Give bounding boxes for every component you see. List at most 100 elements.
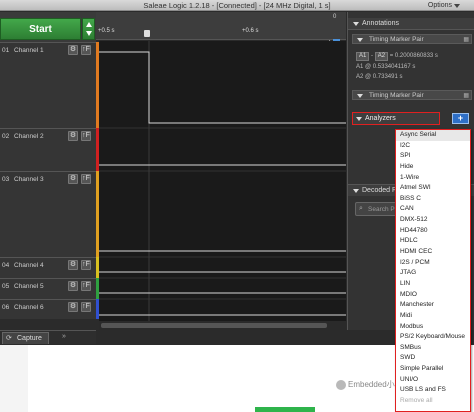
gear-icon[interactable]: ⚙ [68, 131, 78, 141]
channel-name[interactable]: Channel 6 [14, 304, 44, 311]
channel-name[interactable]: Channel 5 [14, 283, 44, 290]
gear-icon[interactable]: ⚙ [68, 45, 78, 55]
channel-name[interactable]: Channel 4 [14, 262, 44, 269]
timing-marker-pair-label: Timing Marker Pair [369, 36, 424, 43]
channel-1-signal [99, 51, 346, 124]
add-analyzer-button[interactable]: + [452, 113, 469, 124]
analyzer-menu-item[interactable]: USB LS and FS [396, 385, 470, 396]
window-title: Saleae Logic 1.2.18 - [Connected] - [24 … [143, 1, 331, 10]
analyzer-menu-item[interactable]: SMBus [396, 343, 470, 354]
annotations-header[interactable]: Annotations [348, 18, 474, 30]
analyzer-menu-item[interactable]: Atmel SWI [396, 183, 470, 194]
collapse-triangle-icon[interactable] [356, 117, 362, 121]
channel-number: 04 [2, 262, 10, 269]
channel-number: 02 [2, 133, 10, 140]
start-button[interactable]: Start [0, 18, 81, 40]
analyzer-menu-item[interactable]: I2C [396, 141, 470, 152]
marker-tools-icon[interactable]: ▦ [463, 36, 469, 43]
analyzer-menu-item[interactable]: Hide [396, 162, 470, 173]
arrow-up-icon[interactable] [86, 22, 92, 27]
scrollbar-thumb[interactable] [101, 323, 327, 328]
arrow-down-icon[interactable] [86, 31, 92, 36]
collapse-triangle-icon[interactable] [353, 22, 359, 26]
analyzer-menu-item[interactable]: JTAG [396, 268, 470, 279]
trigger-icon[interactable]: ↑F [81, 131, 91, 141]
marker-a1-chip[interactable]: A1 [356, 52, 370, 61]
trigger-icon[interactable]: ↑F [81, 260, 91, 270]
zoom-level: 0 [333, 14, 337, 20]
analyzer-menu-item[interactable]: Modbus [396, 322, 470, 333]
analyzer-menu-item[interactable]: MDIO [396, 290, 470, 301]
analyzer-menu-item[interactable]: Async Serial [396, 130, 470, 141]
a1-time: A1 @ 0.5334041167 s [356, 64, 416, 70]
analyzer-menu-item[interactable]: PS/2 Keyboard/Mouse [396, 332, 470, 343]
analyzer-menu-item[interactable]: Remove all [396, 396, 470, 407]
gear-icon[interactable]: ⚙ [68, 302, 78, 312]
timing-marker-pair-header[interactable]: Timing Marker Pair ▦ [352, 34, 472, 44]
timing-diff-value: = 0.2000860833 s [389, 53, 438, 59]
time-ruler[interactable]: 0 +0.5 s +0.6 s [96, 12, 346, 46]
collapse-triangle-icon[interactable] [357, 94, 363, 98]
trigger-icon[interactable]: ↑F [81, 281, 91, 291]
channel-row: 02 Channel 2 ⚙ ↑F [0, 128, 96, 171]
marker-tools-icon[interactable]: ▦ [463, 92, 469, 99]
channel-panel: Start 01 Channel 1 ⚙ ↑F 02 Channel 2 ⚙ ↑… [0, 12, 96, 319]
analyzers-title: Analyzers [365, 115, 396, 122]
analyzer-menu-item[interactable]: 1-Wire [396, 173, 470, 184]
wechat-logo-icon [336, 379, 346, 390]
channel-name[interactable]: Channel 1 [14, 47, 44, 54]
waveform-canvas [99, 41, 346, 321]
analyzer-menu-item[interactable]: CAN [396, 204, 470, 215]
collapse-triangle-icon[interactable] [357, 38, 363, 42]
analyzer-menu-item[interactable]: UNI/O [396, 375, 470, 386]
title-bar: Saleae Logic 1.2.18 - [Connected] - [24 … [0, 0, 474, 11]
gear-icon[interactable]: ⚙ [68, 260, 78, 270]
channel-number: 03 [2, 176, 10, 183]
channel-row: 01 Channel 1 ⚙ ↑F [0, 42, 96, 128]
channel-number: 06 [2, 304, 10, 311]
options-menu[interactable]: Options [428, 0, 452, 11]
trigger-icon[interactable]: ↑F [81, 302, 91, 312]
bottom-left-margin [0, 345, 28, 412]
decoded-protocols-title: Decoded Pr [362, 187, 399, 194]
analyzer-menu-item[interactable]: HD44780 [396, 226, 470, 237]
channel-row: 05 Channel 5 ⚙ ↑F [0, 278, 96, 299]
analyzer-menu-item[interactable]: BiSS C [396, 194, 470, 205]
analyzer-menu-item[interactable]: Simple Parallel [396, 364, 470, 375]
analyzer-menu-item[interactable]: HDMI CEC [396, 247, 470, 258]
app-window: Saleae Logic 1.2.18 - [Connected] - [24 … [0, 0, 474, 412]
analyzer-menu-item[interactable]: DMX-512 [396, 215, 470, 226]
analyzer-menu-item[interactable]: I2S / PCM [396, 258, 470, 269]
bottom-tab-bar: ⟳ Capture » [0, 330, 96, 344]
tab-capture-label: Capture [17, 335, 42, 342]
timing-marker-icon[interactable] [144, 30, 150, 37]
horizontal-scrollbar[interactable] [99, 321, 346, 330]
waveform-view[interactable] [99, 41, 346, 321]
channel-row: 06 Channel 6 ⚙ ↑F [0, 299, 96, 319]
analyzers-header[interactable]: Analyzers [352, 112, 440, 125]
analyzer-menu-item[interactable]: HDLC [396, 236, 470, 247]
analyzer-menu-item[interactable]: SWD [396, 353, 470, 364]
channel-row: 03 Channel 3 ⚙ ↑F [0, 171, 96, 257]
gear-icon[interactable]: ⚙ [68, 174, 78, 184]
channel-name[interactable]: Channel 2 [14, 133, 44, 140]
annotations-title: Annotations [362, 20, 399, 27]
marker-a2-chip[interactable]: A2 [374, 52, 389, 61]
analyzer-menu-item[interactable]: SPI [396, 151, 470, 162]
gear-icon[interactable]: ⚙ [68, 281, 78, 291]
channel-row: 04 Channel 4 ⚙ ↑F [0, 257, 96, 278]
channel-name[interactable]: Channel 3 [14, 176, 44, 183]
trigger-icon[interactable]: ↑F [81, 174, 91, 184]
green-bar [255, 407, 315, 412]
start-options-stepper[interactable] [82, 18, 95, 40]
analyzer-menu-item[interactable]: Midi [396, 311, 470, 322]
timing-marker-pair-header[interactable]: Timing Marker Pair ▦ [352, 90, 472, 100]
more-tabs-icon[interactable]: » [62, 333, 66, 340]
analyzer-menu-item[interactable]: Manchester [396, 300, 470, 311]
ruler-time-right: +0.6 s [242, 28, 259, 34]
collapse-triangle-icon[interactable] [353, 189, 359, 193]
tab-capture[interactable]: ⟳ Capture [2, 332, 49, 344]
trigger-icon[interactable]: ↑F [81, 45, 91, 55]
options-caret-icon[interactable] [454, 4, 460, 8]
analyzer-menu-item[interactable]: LIN [396, 279, 470, 290]
